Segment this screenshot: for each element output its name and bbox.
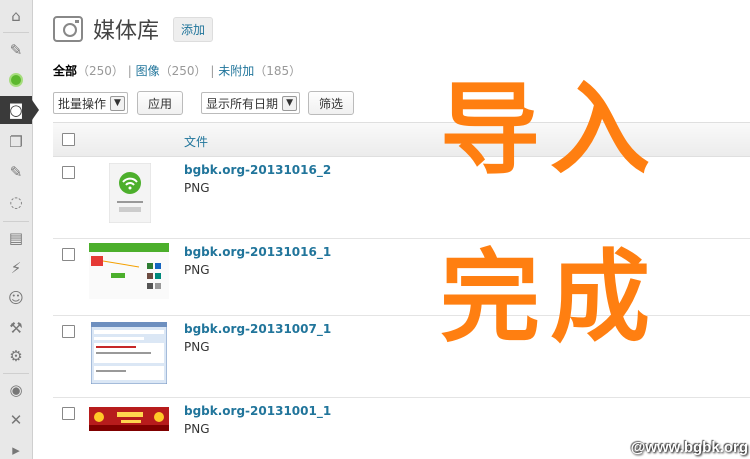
- admin-sidebar: ⌂ ✎ ◙ ❐ ✎ ◌ ▤ ⚡ ☺ ⚒ ⚙ ◉ ✕ ▸: [0, 0, 39, 459]
- file-name-link[interactable]: bgbk.org-20131007_1: [184, 322, 331, 336]
- chevron-down-icon: ▼: [282, 95, 298, 111]
- file-type: PNG: [184, 263, 210, 277]
- tools-icon[interactable]: ⚒: [0, 314, 32, 342]
- appearance-icon[interactable]: ▤: [0, 224, 32, 252]
- row-checkbox[interactable]: [62, 325, 75, 338]
- thumbnail-image[interactable]: [109, 163, 151, 223]
- action-bar: 批量操作 ▼ 应用 显示所有日期 ▼ 筛选: [53, 91, 355, 115]
- date-filter-select[interactable]: 显示所有日期 ▼: [201, 92, 301, 114]
- filter-button[interactable]: 筛选: [308, 91, 355, 115]
- filter-separator-2: |: [210, 64, 215, 78]
- apply-button[interactable]: 应用: [137, 91, 184, 115]
- row-checkbox[interactable]: [62, 248, 75, 261]
- play-icon[interactable]: ▸: [0, 436, 32, 459]
- filter-unattached-count: （185）: [254, 64, 302, 78]
- file-type: PNG: [184, 181, 210, 195]
- filter-unattached[interactable]: 未附加: [218, 64, 254, 78]
- filter-separator: |: [127, 64, 132, 78]
- comment-icon[interactable]: ◌: [0, 188, 32, 216]
- add-new-button[interactable]: 添加: [173, 16, 214, 42]
- thumbnail-image[interactable]: [91, 322, 167, 384]
- filter-images-count: （250）: [159, 64, 207, 78]
- file-type: PNG: [184, 340, 210, 354]
- tools-cross-icon[interactable]: ✕: [0, 406, 32, 434]
- circle-icon[interactable]: ◉: [0, 376, 32, 404]
- overlay-line-1: 导入: [440, 71, 660, 188]
- select-all-checkbox[interactable]: [62, 133, 75, 146]
- watermark: @www.bgbk.org: [630, 439, 748, 456]
- sidebar-divider: [3, 32, 29, 33]
- thumbnail-image[interactable]: [89, 243, 169, 299]
- plugins-icon[interactable]: ⚡: [0, 254, 32, 282]
- green-dot-icon-shape: [9, 73, 23, 87]
- bulk-actions-select[interactable]: 批量操作 ▼: [53, 92, 129, 114]
- filter-all[interactable]: 全部: [53, 64, 77, 78]
- filter-all-count: （250）: [77, 64, 124, 78]
- thumbnail-image[interactable]: [89, 407, 169, 431]
- filter-links: 全部（250） | 图像（250） | 未附加（185）: [53, 62, 301, 79]
- media-icon[interactable]: ◙: [0, 96, 39, 124]
- sidebar-divider-3: [3, 373, 29, 374]
- chevron-down-icon: ▼: [110, 95, 126, 111]
- row-checkbox[interactable]: [62, 407, 75, 420]
- overlay-line-2: 完成: [440, 239, 660, 356]
- media-library-icon: [53, 16, 83, 42]
- users-icon[interactable]: ☺: [0, 284, 32, 312]
- file-name-link[interactable]: bgbk.org-20131016_1: [184, 245, 331, 259]
- bulk-actions-value: 批量操作: [58, 96, 107, 111]
- green-dot-icon[interactable]: [0, 66, 32, 94]
- date-filter-value: 显示所有日期: [206, 96, 279, 111]
- file-name-link[interactable]: bgbk.org-20131001_1: [184, 404, 331, 418]
- page-header: 媒体库 添加: [53, 12, 214, 46]
- pin-icon-2[interactable]: ✎: [0, 158, 32, 186]
- pin-icon[interactable]: ✎: [0, 36, 32, 64]
- filter-images[interactable]: 图像: [136, 64, 160, 78]
- pages-icon[interactable]: ❐: [0, 128, 32, 156]
- row-checkbox[interactable]: [62, 166, 75, 179]
- sidebar-divider-2: [3, 221, 29, 222]
- page-title: 媒体库: [93, 19, 160, 44]
- column-file-header[interactable]: 文件: [184, 133, 208, 150]
- home-icon[interactable]: ⌂: [0, 2, 32, 30]
- file-type: PNG: [184, 422, 210, 436]
- file-name-link[interactable]: bgbk.org-20131016_2: [184, 163, 331, 177]
- settings-icon[interactable]: ⚙: [0, 342, 32, 370]
